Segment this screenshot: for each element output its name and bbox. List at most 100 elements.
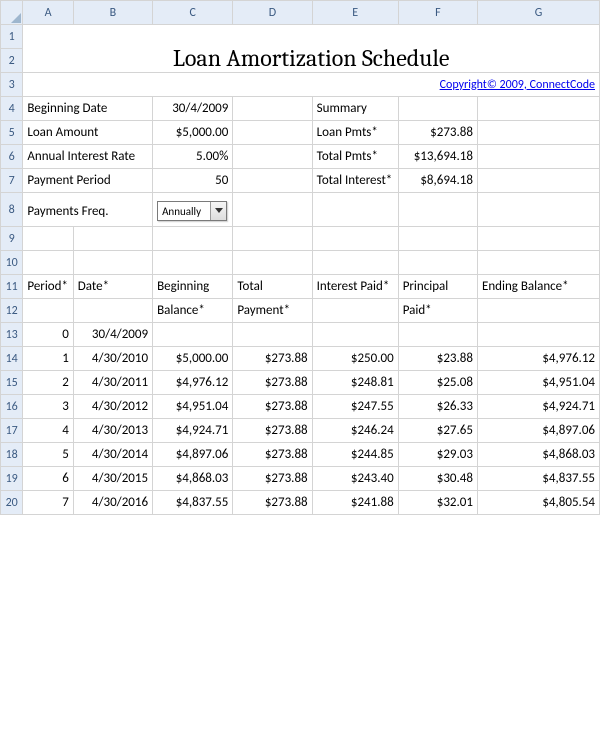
cell-F9[interactable] <box>398 227 477 251</box>
loan-amount-value[interactable]: $5,000.00 <box>153 121 233 145</box>
cell-end[interactable]: $4,976.12 <box>477 347 599 371</box>
row-header-8[interactable]: 8 <box>1 193 23 227</box>
summary-header[interactable]: Summary <box>312 97 398 121</box>
cell-prin[interactable]: $32.01 <box>398 491 477 515</box>
cell-date[interactable]: 4/30/2015 <box>73 467 152 491</box>
hdr-endbal[interactable]: Ending Balance* <box>477 275 599 299</box>
row-header-20[interactable]: 20 <box>1 491 23 515</box>
hdr-period[interactable]: Period* <box>23 275 73 299</box>
cell-E10[interactable] <box>312 251 398 275</box>
row-header-15[interactable]: 15 <box>1 371 23 395</box>
row-header-16[interactable]: 16 <box>1 395 23 419</box>
col-header-B[interactable]: B <box>73 1 152 25</box>
cell-prin[interactable]: $26.33 <box>398 395 477 419</box>
cell-period[interactable]: 3 <box>23 395 73 419</box>
cell-prin[interactable]: $29.03 <box>398 443 477 467</box>
cell-beg[interactable]: $4,924.71 <box>153 419 233 443</box>
row-header-4[interactable]: 4 <box>1 97 23 121</box>
cell-date[interactable]: 4/30/2014 <box>73 443 152 467</box>
cell-G9[interactable] <box>477 227 599 251</box>
period-value[interactable]: 50 <box>153 169 233 193</box>
cell-D8[interactable] <box>233 193 312 227</box>
col-header-E[interactable]: E <box>312 1 398 25</box>
cell-prin[interactable] <box>398 323 477 347</box>
cell-G10[interactable] <box>477 251 599 275</box>
hdr-prinpaid1[interactable]: Principal <box>398 275 477 299</box>
cell-int[interactable]: $244.85 <box>312 443 398 467</box>
cell-period[interactable]: 2 <box>23 371 73 395</box>
row-header-14[interactable]: 14 <box>1 347 23 371</box>
cell-E12[interactable] <box>312 299 398 323</box>
cell-B12[interactable] <box>73 299 152 323</box>
cell-F8[interactable] <box>398 193 477 227</box>
total-interest-value[interactable]: $8,694.18 <box>398 169 477 193</box>
cell-A10[interactable] <box>23 251 73 275</box>
cell-G8[interactable] <box>477 193 599 227</box>
row-header-17[interactable]: 17 <box>1 419 23 443</box>
cell-prin[interactable]: $30.48 <box>398 467 477 491</box>
cell-pay[interactable]: $273.88 <box>233 467 312 491</box>
cell-end[interactable]: $4,897.06 <box>477 419 599 443</box>
cell-G7[interactable] <box>477 169 599 193</box>
cell-prin[interactable]: $27.65 <box>398 419 477 443</box>
loan-pmts-label[interactable]: Loan Pmts* <box>312 121 398 145</box>
hdr-totpay2[interactable]: Payment* <box>233 299 312 323</box>
row-header-18[interactable]: 18 <box>1 443 23 467</box>
cell-date[interactable]: 4/30/2013 <box>73 419 152 443</box>
cell-G4[interactable] <box>477 97 599 121</box>
cell-D5[interactable] <box>233 121 312 145</box>
cell-pay[interactable]: $273.88 <box>233 371 312 395</box>
cell-F4[interactable] <box>398 97 477 121</box>
cell-C9[interactable] <box>153 227 233 251</box>
cell-G6[interactable] <box>477 145 599 169</box>
cell-int[interactable]: $241.88 <box>312 491 398 515</box>
select-all-corner[interactable] <box>1 1 23 25</box>
cell-D4[interactable] <box>233 97 312 121</box>
cell-beg[interactable]: $4,951.04 <box>153 395 233 419</box>
row-header-10[interactable]: 10 <box>1 251 23 275</box>
cell-E8[interactable] <box>312 193 398 227</box>
rate-value[interactable]: 5.00% <box>153 145 233 169</box>
row-header-11[interactable]: 11 <box>1 275 23 299</box>
cell-date[interactable]: 30/4/2009 <box>73 323 152 347</box>
hdr-prinpaid2[interactable]: Paid* <box>398 299 477 323</box>
beginning-date-value[interactable]: 30/4/2009 <box>153 97 233 121</box>
hdr-begbal1[interactable]: Beginning <box>153 275 233 299</box>
cell-pay[interactable]: $273.88 <box>233 443 312 467</box>
freq-label[interactable]: Payments Freq. <box>23 193 153 227</box>
cell-period[interactable]: 1 <box>23 347 73 371</box>
hdr-totpay1[interactable]: Total <box>233 275 312 299</box>
col-header-D[interactable]: D <box>233 1 312 25</box>
row-header-12[interactable]: 12 <box>1 299 23 323</box>
row-header-7[interactable]: 7 <box>1 169 23 193</box>
row-header-19[interactable]: 19 <box>1 467 23 491</box>
cell-D9[interactable] <box>233 227 312 251</box>
cell-E9[interactable] <box>312 227 398 251</box>
cell-A12[interactable] <box>23 299 73 323</box>
chevron-down-icon[interactable] <box>210 202 226 220</box>
cell-B9[interactable] <box>73 227 152 251</box>
period-label[interactable]: Payment Period <box>23 169 153 193</box>
total-pmts-label[interactable]: Total Pmts* <box>312 145 398 169</box>
cell-pay[interactable] <box>233 323 312 347</box>
cell-period[interactable]: 6 <box>23 467 73 491</box>
cell-date[interactable]: 4/30/2010 <box>73 347 152 371</box>
cell-date[interactable]: 4/30/2016 <box>73 491 152 515</box>
cell-beg[interactable]: $4,897.06 <box>153 443 233 467</box>
cell-pay[interactable]: $273.88 <box>233 395 312 419</box>
row-header-2[interactable]: 2 <box>1 49 23 73</box>
cell-period[interactable]: 7 <box>23 491 73 515</box>
cell-G12[interactable] <box>477 299 599 323</box>
cell-C10[interactable] <box>153 251 233 275</box>
cell-G5[interactable] <box>477 121 599 145</box>
cell-beg[interactable] <box>153 323 233 347</box>
cell-end[interactable] <box>477 323 599 347</box>
cell-int[interactable] <box>312 323 398 347</box>
hdr-date[interactable]: Date* <box>73 275 152 299</box>
cell-period[interactable]: 5 <box>23 443 73 467</box>
total-pmts-value[interactable]: $13,694.18 <box>398 145 477 169</box>
cell-end[interactable]: $4,805.54 <box>477 491 599 515</box>
hdr-intpaid[interactable]: Interest Paid* <box>312 275 398 299</box>
cell-B10[interactable] <box>73 251 152 275</box>
cell-pay[interactable]: $273.88 <box>233 347 312 371</box>
